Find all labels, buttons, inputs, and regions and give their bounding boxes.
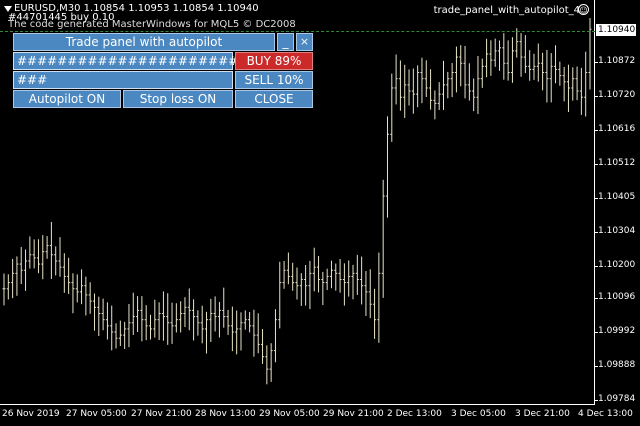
- time-label: 26 Nov 2019: [2, 409, 60, 419]
- time-label: 28 Nov 13:00: [195, 409, 256, 419]
- price-label: 1.10096: [598, 292, 636, 302]
- price-label: 1.09992: [598, 326, 636, 336]
- time-label: 2 Dec 13:00: [387, 409, 442, 419]
- price-label: 1.10720: [598, 90, 636, 100]
- buy-strength-field[interactable]: ##########################: [13, 52, 278, 70]
- copyright-info: The code generated MasterWindows for MQL…: [8, 19, 296, 30]
- price-label: 1.10616: [598, 124, 636, 134]
- time-label: 27 Nov 21:00: [131, 409, 192, 419]
- sell-button[interactable]: SELL 10%: [235, 71, 313, 89]
- close-panel-button[interactable]: ×: [296, 33, 313, 51]
- time-label: 29 Nov 05:00: [259, 409, 320, 419]
- price-label: 1.09888: [598, 360, 636, 370]
- sell-strength-field[interactable]: ###: [13, 71, 233, 89]
- minimize-button[interactable]: _: [277, 33, 294, 51]
- buy-button[interactable]: BUY 89%: [235, 52, 313, 70]
- price-label: 1.10200: [598, 260, 636, 270]
- price-label: 1.09784: [598, 394, 636, 404]
- price-label: 1.10512: [598, 158, 636, 168]
- order-level-line: [0, 31, 595, 32]
- time-label: 27 Nov 05:00: [66, 409, 127, 419]
- autopilot-button[interactable]: Autopilot ON: [13, 90, 121, 108]
- stop-loss-button[interactable]: Stop loss ON: [123, 90, 233, 108]
- trade-panel: Trade panel with autopilot _ × #########…: [11, 33, 314, 109]
- time-label: 4 Dec 13:00: [578, 409, 633, 419]
- time-label: 29 Nov 21:00: [323, 409, 384, 419]
- smiley-icon[interactable]: ☺: [578, 4, 589, 15]
- price-label: 1.10872: [598, 56, 636, 66]
- price-label: 1.10304: [598, 226, 636, 236]
- time-label: 3 Dec 05:00: [451, 409, 506, 419]
- panel-title[interactable]: Trade panel with autopilot: [13, 33, 275, 51]
- close-position-button[interactable]: CLOSE: [235, 90, 313, 108]
- price-label: 1.10405: [598, 192, 636, 202]
- current-price-label: 1.10940: [596, 24, 636, 36]
- time-label: 3 Dec 21:00: [515, 409, 570, 419]
- expert-name: trade_panel_with_autopilot_4: [433, 5, 580, 16]
